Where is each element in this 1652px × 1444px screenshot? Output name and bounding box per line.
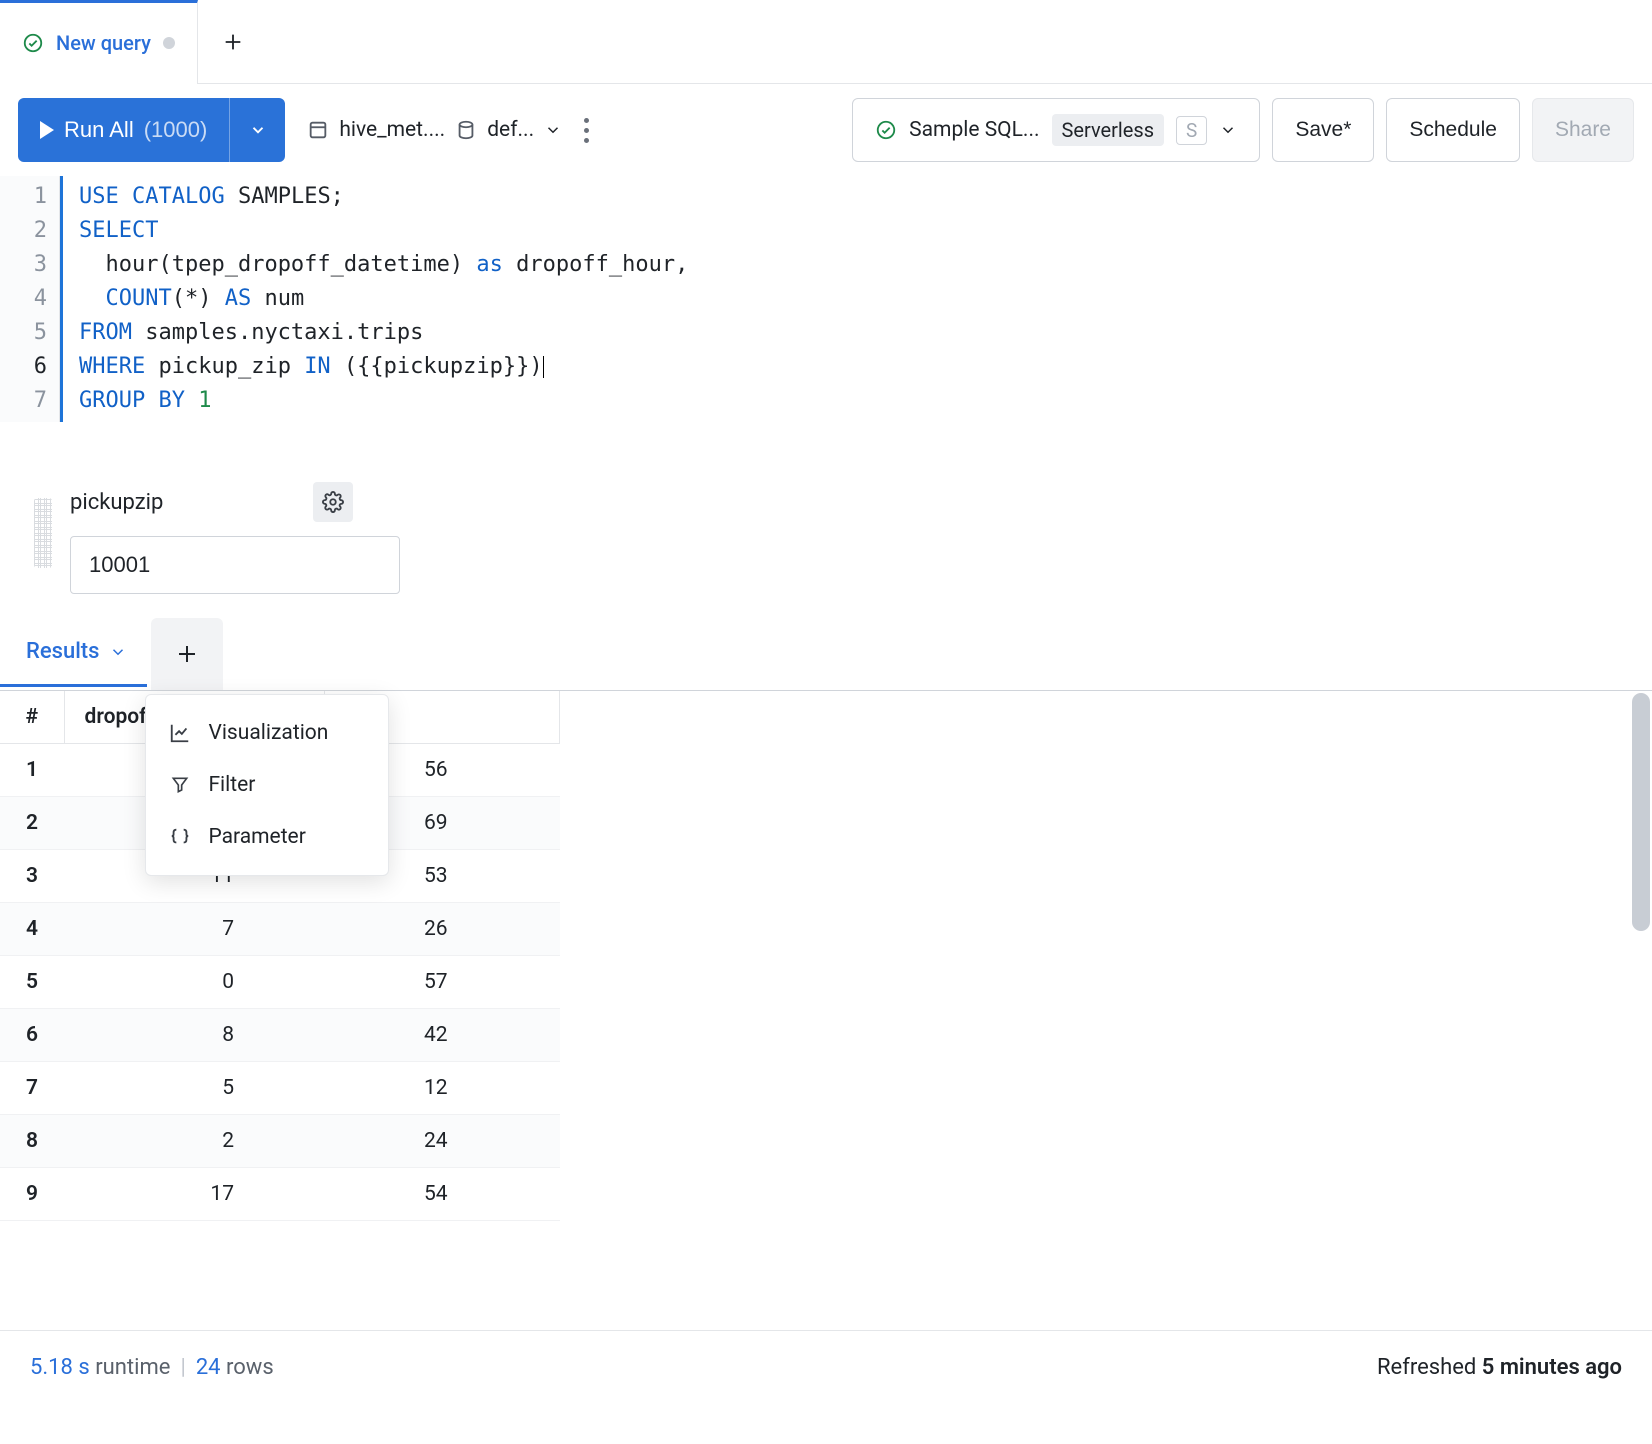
status-footer: 5.18 s runtime | 24 rows Refreshed 5 min… <box>0 1331 1652 1404</box>
rows-value: 24 <box>196 1355 221 1380</box>
cell-dropoff: 5 <box>64 1062 324 1115</box>
row-index: 6 <box>0 1009 64 1062</box>
row-index: 8 <box>0 1115 64 1168</box>
add-filter-item[interactable]: Filter <box>146 759 388 811</box>
results-tabs: Results Visualization Filter <box>0 618 1652 691</box>
size-chip: S <box>1176 116 1207 145</box>
add-result-tab-button[interactable] <box>151 618 223 690</box>
run-label: Run All <box>64 117 134 143</box>
row-index: 5 <box>0 956 64 1009</box>
warehouse-selector[interactable]: Sample SQL... Serverless S <box>852 98 1260 162</box>
chevron-down-icon <box>1219 121 1237 139</box>
cell-num: 12 <box>324 1062 560 1115</box>
row-index: 9 <box>0 1168 64 1221</box>
row-index: 3 <box>0 850 64 903</box>
toolbar-right: Sample SQL... Serverless S Save* Schedul… <box>852 98 1634 162</box>
add-parameter-item[interactable]: Parameter <box>146 811 388 863</box>
schema-name: def... <box>487 118 534 142</box>
run-group: Run All (1000) <box>18 98 285 162</box>
filter-icon <box>168 775 192 795</box>
plus-icon <box>222 31 244 53</box>
save-button[interactable]: Save* <box>1272 98 1374 162</box>
more-options-button[interactable] <box>576 118 597 143</box>
cell-dropoff: 0 <box>64 956 324 1009</box>
catalog-icon <box>307 119 329 141</box>
tabs-bar: New query <box>0 0 1652 84</box>
cell-num: 26 <box>324 903 560 956</box>
schedule-button[interactable]: Schedule <box>1386 98 1520 162</box>
tab-results[interactable]: Results <box>0 621 147 687</box>
catalog-selector[interactable]: hive_met.... def... <box>299 118 562 142</box>
cell-num: 54 <box>324 1168 560 1221</box>
refreshed-text: Refreshed 5 minutes ago <box>1377 1355 1622 1380</box>
separator: | <box>170 1355 195 1380</box>
row-index: 4 <box>0 903 64 956</box>
cell-dropoff: 7 <box>64 903 324 956</box>
cell-num: 24 <box>324 1115 560 1168</box>
runtime-word: runtime <box>95 1355 170 1380</box>
drag-handle-icon[interactable] <box>34 498 52 568</box>
rows-word: rows <box>226 1355 274 1380</box>
row-index: 7 <box>0 1062 64 1115</box>
scrollbar[interactable] <box>1632 693 1650 931</box>
table-row[interactable]: 5057 <box>0 956 560 1009</box>
col-header-index[interactable]: # <box>0 691 64 744</box>
cell-dropoff: 17 <box>64 1168 324 1221</box>
add-dropdown-menu: Visualization Filter Parameter <box>145 694 389 876</box>
chevron-down-icon <box>544 121 562 139</box>
check-circle-icon <box>22 32 44 54</box>
serverless-chip: Serverless <box>1052 114 1165 146</box>
run-all-button[interactable]: Run All (1000) <box>18 98 229 162</box>
plus-icon <box>175 642 199 666</box>
line-gutter: 1 2 3 4 5 6 7 <box>0 176 60 422</box>
tab-new-query[interactable]: New query <box>0 0 198 84</box>
run-count: (1000) <box>144 117 208 143</box>
runtime-value: 5.18 s <box>30 1355 90 1380</box>
table-row[interactable]: 4726 <box>0 903 560 956</box>
catalog-name: hive_met.... <box>339 118 445 142</box>
cell-dropoff: 2 <box>64 1115 324 1168</box>
table-row[interactable]: 91754 <box>0 1168 560 1221</box>
warehouse-name: Sample SQL... <box>909 118 1039 142</box>
check-circle-icon <box>875 119 897 141</box>
parameter-name: pickupzip <box>70 490 163 515</box>
row-index: 1 <box>0 744 64 797</box>
database-icon <box>455 119 477 141</box>
cell-num: 42 <box>324 1009 560 1062</box>
chevron-down-icon <box>249 121 267 139</box>
cell-num: 57 <box>324 956 560 1009</box>
parameter-panel: pickupzip <box>0 462 1652 612</box>
table-row[interactable]: 8224 <box>0 1115 560 1168</box>
sql-editor[interactable]: 1 2 3 4 5 6 7 USE CATALOG SAMPLES; SELEC… <box>0 176 1652 462</box>
parameter-input[interactable] <box>70 536 400 594</box>
table-row[interactable]: 7512 <box>0 1062 560 1115</box>
run-dropdown-button[interactable] <box>229 98 285 162</box>
play-icon <box>40 121 54 139</box>
row-index: 2 <box>0 797 64 850</box>
tab-title: New query <box>56 31 151 55</box>
parameter-settings-button[interactable] <box>313 482 353 522</box>
braces-icon <box>168 826 192 848</box>
share-button: Share <box>1532 98 1634 162</box>
table-row[interactable]: 6842 <box>0 1009 560 1062</box>
code-body[interactable]: USE CATALOG SAMPLES; SELECT hour(tpep_dr… <box>60 176 688 422</box>
toolbar: Run All (1000) hive_met.... def... Sampl… <box>0 84 1652 176</box>
add-tab-button[interactable] <box>198 0 268 84</box>
cell-dropoff: 8 <box>64 1009 324 1062</box>
chevron-down-icon <box>109 643 127 661</box>
add-visualization-item[interactable]: Visualization <box>146 707 388 759</box>
unsaved-dot-icon <box>163 37 175 49</box>
chart-icon <box>168 722 192 744</box>
gear-icon <box>322 491 344 513</box>
